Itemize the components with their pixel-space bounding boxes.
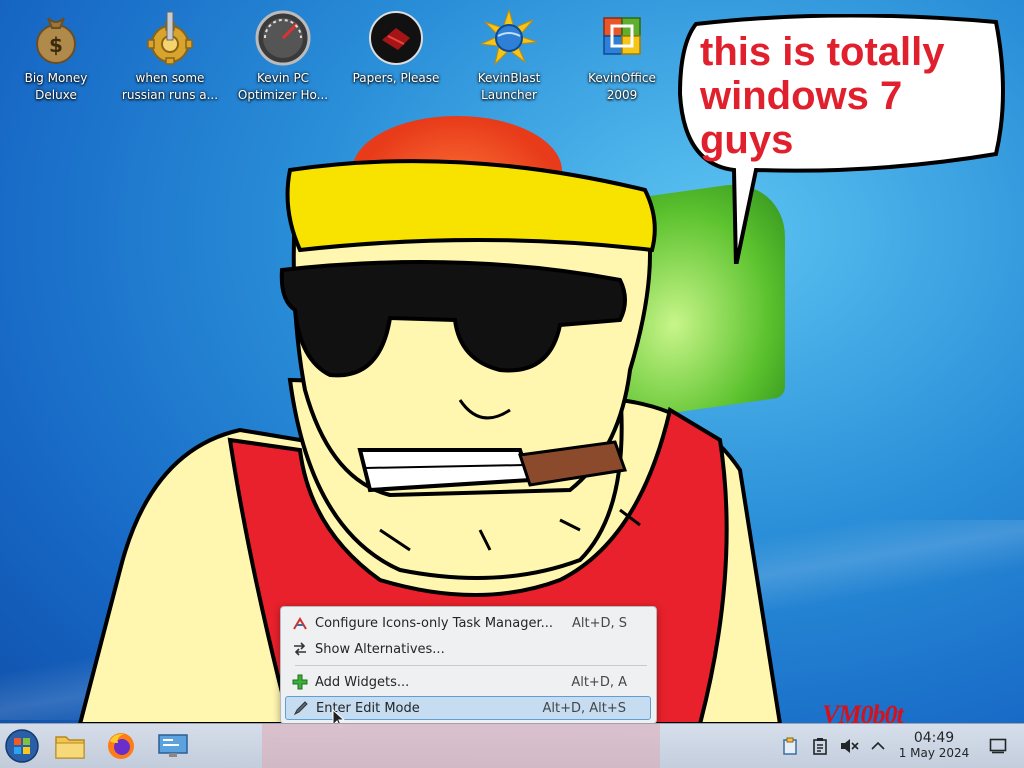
svg-text:$: $ bbox=[49, 33, 63, 57]
desktop-context-menu: Configure Icons-only Task Manager... Alt… bbox=[280, 606, 657, 724]
desktop-icon-label: when some russian runs a... bbox=[121, 71, 219, 102]
taskbar-firefox[interactable] bbox=[103, 728, 139, 764]
file-manager-icon bbox=[55, 736, 85, 759]
menu-item-add-widgets[interactable]: Add Widgets... Alt+D, A bbox=[285, 670, 651, 694]
desktop-icon-label: KevinOffice 2009 bbox=[588, 71, 656, 102]
desktop-icon-label: Big Money Deluxe bbox=[24, 71, 88, 102]
firefox-icon bbox=[108, 733, 134, 759]
papers-please-icon bbox=[369, 11, 423, 65]
menu-item-label: Enter Edit Mode bbox=[316, 700, 420, 716]
menu-item-shortcut: Alt+D, A bbox=[571, 674, 627, 690]
edit-mode-icon bbox=[292, 699, 310, 717]
taskbar-clock[interactable]: 04:49 1 May 2024 bbox=[890, 730, 978, 761]
tray-volume[interactable] bbox=[839, 736, 859, 756]
desktop-icon-kevinblast-launcher[interactable]: KevinBlast Launcher bbox=[459, 8, 559, 104]
start-button[interactable] bbox=[4, 728, 40, 764]
add-widgets-icon bbox=[291, 673, 309, 691]
show-desktop-button[interactable] bbox=[988, 736, 1008, 756]
menu-item-label: Add Widgets... bbox=[315, 674, 410, 690]
menu-item-configure-task-manager[interactable]: Configure Icons-only Task Manager... Alt… bbox=[285, 611, 651, 635]
gear-icon bbox=[147, 11, 193, 65]
tray-clipboard[interactable] bbox=[780, 736, 800, 756]
chevron-up-icon bbox=[871, 741, 885, 750]
desktop-icon-label: KevinBlast Launcher bbox=[477, 71, 541, 102]
menu-item-label: Configure Icons-only Task Manager... bbox=[315, 615, 554, 631]
speedometer-icon bbox=[255, 10, 311, 66]
system-settings-icon bbox=[158, 734, 188, 757]
clock-time: 04:49 bbox=[913, 730, 955, 746]
office-logo-icon bbox=[603, 17, 641, 55]
taskbar: 04:49 1 May 2024 bbox=[0, 723, 1024, 768]
start-orb-icon bbox=[5, 729, 39, 763]
taskbar-file-manager[interactable] bbox=[52, 728, 88, 764]
show-desktop-icon bbox=[989, 738, 1007, 754]
desktop-icon-big-money-deluxe[interactable]: $ Big Money Deluxe bbox=[6, 8, 106, 104]
desktop-icon-kevin-pc-optimizer[interactable]: Kevin PC Optimizer Ho... bbox=[233, 8, 333, 104]
desktop-icon-label: Kevin PC Optimizer Ho... bbox=[237, 71, 329, 102]
menu-item-label: Show Alternatives... bbox=[315, 641, 445, 657]
clock-date: 1 May 2024 bbox=[898, 746, 970, 760]
tray-notes[interactable] bbox=[810, 736, 830, 756]
speech-bubble-text: this is totally windows 7 guys bbox=[700, 30, 945, 162]
desktop-icon-papers-please[interactable]: Papers, Please bbox=[346, 8, 446, 87]
desktop-icon-kevinoffice-2009[interactable]: KevinOffice 2009 bbox=[572, 8, 672, 104]
notes-icon bbox=[813, 738, 827, 755]
taskbar-selection-highlight bbox=[262, 724, 660, 768]
tray-expand[interactable] bbox=[868, 736, 888, 756]
volume-muted-icon bbox=[841, 739, 859, 753]
menu-item-show-alternatives[interactable]: Show Alternatives... bbox=[285, 637, 651, 661]
taskbar-system-settings[interactable] bbox=[155, 728, 191, 764]
menu-item-shortcut: Alt+D, Alt+S bbox=[542, 700, 626, 716]
desktop-icon-label: Papers, Please bbox=[352, 71, 440, 85]
menu-separator bbox=[295, 665, 647, 666]
globe-burst-icon bbox=[481, 10, 537, 66]
artist-signature: VM0b0t bbox=[822, 700, 904, 723]
money-bag-icon: $ bbox=[36, 17, 76, 64]
clipboard-icon bbox=[783, 737, 797, 755]
desktop-icon-russian-runs[interactable]: when some russian runs a... bbox=[120, 8, 220, 104]
menu-item-shortcut: Alt+D, S bbox=[571, 615, 627, 631]
alternatives-icon bbox=[291, 640, 309, 658]
configure-icon bbox=[291, 614, 309, 632]
